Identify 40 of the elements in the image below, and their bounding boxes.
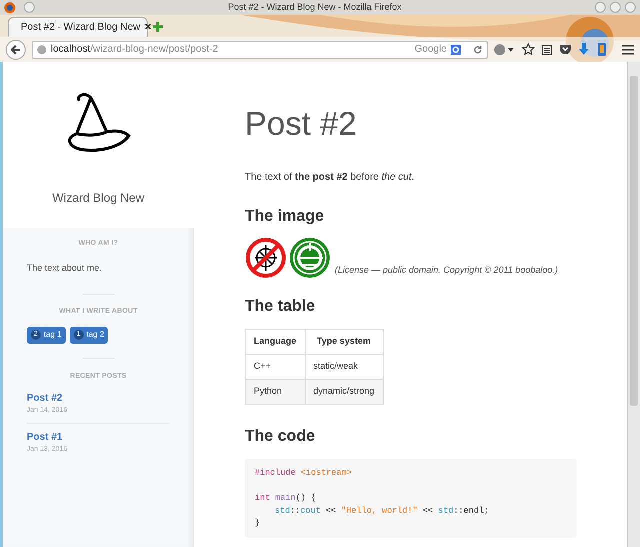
clipboard-icon[interactable] [541, 44, 553, 56]
pocket-icon[interactable] [559, 44, 572, 56]
post-link[interactable]: Post #1 [27, 430, 170, 444]
window-menu-icon[interactable] [24, 2, 35, 13]
column-header: Language [246, 330, 306, 354]
maximize-icon[interactable] [610, 2, 621, 13]
tag-label: tag 2 [86, 329, 104, 341]
download-icon[interactable] [578, 43, 590, 56]
search-engine-label: Google [414, 43, 447, 57]
column-header: Type system [305, 330, 384, 354]
post-intro: The text of the post #2 before the cut. [245, 171, 416, 185]
menu-icon[interactable] [622, 44, 634, 54]
scrollbar-thumb[interactable] [630, 76, 638, 406]
table-cell: Python [246, 380, 306, 404]
window-title: Post #2 - Wizard Blog New - Mozilla Firefox [227, 0, 403, 14]
section-heading: The code [245, 427, 316, 447]
close-icon[interactable] [625, 2, 636, 13]
post-link[interactable]: Post #2 [27, 391, 170, 406]
table-cell: dynamic/strong [305, 380, 384, 404]
about-text: The text about me. [27, 262, 104, 274]
back-arrow-icon [11, 44, 21, 54]
bookmark-star-icon[interactable] [522, 43, 535, 56]
tag-label: tag 1 [44, 329, 62, 341]
reload-icon[interactable] [473, 44, 483, 54]
phone-icon[interactable] [596, 43, 608, 56]
url-host: localhost [51, 44, 90, 55]
new-tab-icon[interactable] [152, 21, 164, 33]
emblem-icon [289, 237, 331, 279]
code-block: #include <iostream> int main() { std::cout << "Hello, world!" << std::endl; } [245, 459, 577, 538]
post-title: Post #2 [245, 107, 358, 140]
minimize-icon[interactable] [595, 2, 606, 13]
blog-title[interactable]: Wizard Blog New [52, 189, 145, 207]
url-path: /wizard-blog-new/post/post-2 [90, 44, 218, 55]
section-heading: The table [245, 297, 316, 317]
address-bar[interactable]: localhost/wizard-blog-new/post/post-2 Google [32, 40, 488, 58]
back-button[interactable] [6, 40, 26, 60]
section-heading: The image [245, 207, 326, 227]
prohibited-symbol-icon [245, 237, 287, 279]
tab-title: Post #2 - Wizard Blog New [21, 21, 140, 35]
image-caption: (License — public domain. Copyright © 2011 boobaloo.) [335, 264, 558, 277]
